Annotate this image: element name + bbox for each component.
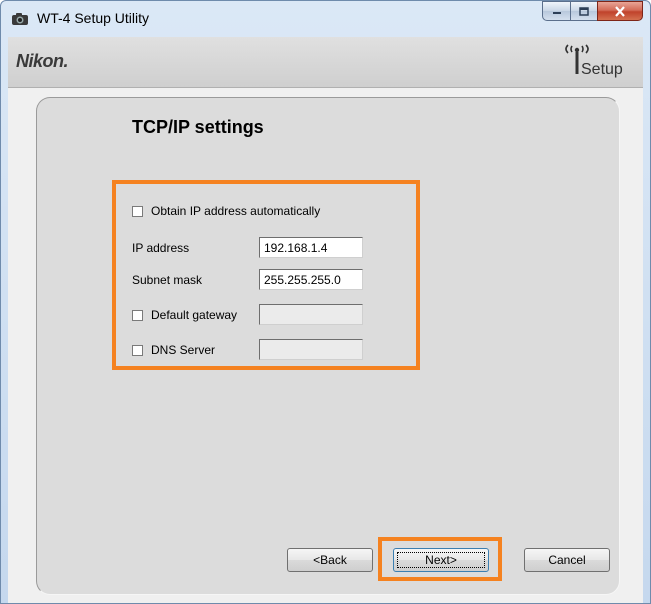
camera-app-icon: [12, 13, 28, 25]
window-title: WT-4 Setup Utility: [37, 10, 150, 26]
maximize-icon: [579, 6, 589, 16]
dns-server-label: DNS Server: [151, 343, 216, 357]
wireless-setup-logo-icon: Setup: [565, 44, 623, 78]
ip-address-label: IP address: [132, 241, 190, 255]
setup-logo-text: Setup: [581, 61, 623, 78]
back-button[interactable]: <Back: [287, 548, 373, 572]
nikon-logo: Nikon.: [16, 51, 69, 71]
caption-buttons: [542, 1, 643, 23]
close-icon: [615, 5, 625, 17]
obtain-auto-label: Obtain IP address automatically: [151, 204, 321, 218]
page-title: TCP/IP settings: [132, 117, 264, 137]
ip-address-field[interactable]: [259, 237, 363, 258]
default-gateway-field[interactable]: [259, 304, 363, 325]
next-button[interactable]: Next>: [393, 548, 489, 572]
dns-server-row[interactable]: DNS Server: [132, 343, 215, 357]
cancel-button-label: Cancel: [548, 553, 586, 567]
next-button-label: Next>: [425, 553, 457, 567]
brand-header: Nikon. Setup: [8, 37, 643, 88]
dns-server-checkbox[interactable]: [132, 344, 143, 356]
obtain-auto-row[interactable]: Obtain IP address automatically: [132, 204, 320, 218]
obtain-auto-checkbox[interactable]: [132, 205, 143, 217]
app-window: WT-4 Setup Utility Nikon. Setup TCP/IP s…: [0, 0, 651, 604]
default-gateway-label: Default gateway: [151, 308, 238, 322]
minimize-icon: [552, 12, 561, 14]
cancel-button[interactable]: Cancel: [524, 548, 610, 572]
dns-server-field[interactable]: [259, 339, 363, 360]
close-button[interactable]: [597, 1, 643, 21]
title-bar[interactable]: WT-4 Setup Utility: [1, 1, 650, 37]
default-gateway-row[interactable]: Default gateway: [132, 308, 237, 322]
default-gateway-checkbox[interactable]: [132, 309, 143, 321]
back-button-label: <Back: [313, 553, 347, 567]
maximize-button[interactable]: [570, 1, 597, 21]
subnet-mask-field[interactable]: [259, 269, 363, 290]
subnet-mask-label: Subnet mask: [132, 273, 203, 287]
minimize-button[interactable]: [542, 1, 570, 21]
